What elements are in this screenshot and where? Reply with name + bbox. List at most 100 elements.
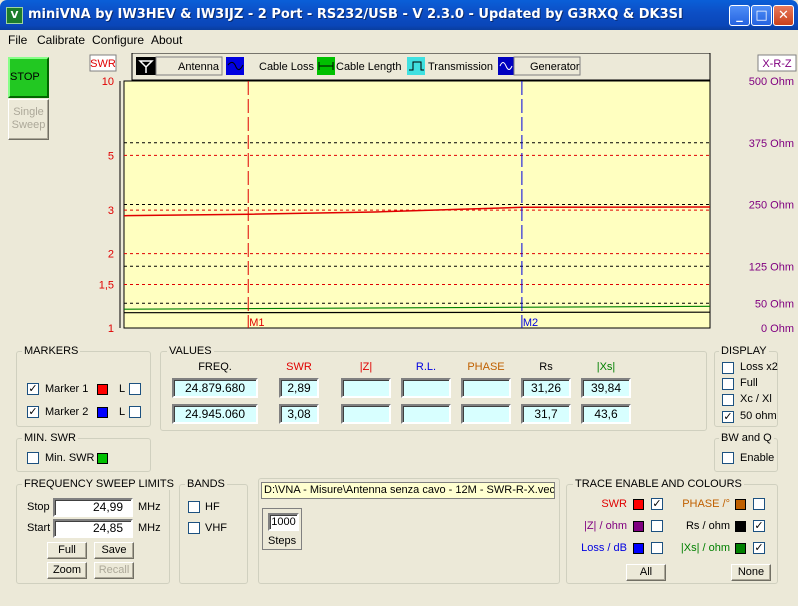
values-row2-swr: 3,08: [279, 404, 319, 424]
loss-x2-checkbox[interactable]: [722, 362, 734, 374]
stop-button[interactable]: STOP: [8, 57, 49, 98]
bwq-enable-checkbox[interactable]: [722, 452, 734, 464]
values-header-freq: FREQ.: [198, 361, 232, 373]
ohm-tick-label: 0 Ohm: [761, 323, 794, 335]
trace-xs-color[interactable]: [735, 543, 746, 554]
tab-antenna: Antenna: [136, 56, 223, 76]
tab-antenna-label: Antenna: [178, 61, 220, 73]
swr-tick-label: 2: [108, 249, 114, 261]
close-button[interactable]: ✕: [773, 5, 794, 26]
marker2-l-label: L: [119, 406, 126, 418]
values-row2-freq: 24.945.060: [172, 404, 258, 424]
single-sweep-button[interactable]: Single Sweep: [8, 99, 49, 140]
50-ohm-label: 50 ohm: [740, 410, 777, 422]
trace-loss-checkbox[interactable]: [651, 542, 663, 554]
tab-cable-length-label: Cable Length: [336, 61, 401, 73]
tab-cable-loss-label: Cable Loss: [259, 61, 315, 73]
hf-label: HF: [205, 501, 220, 513]
marker1-color[interactable]: [97, 384, 108, 395]
bwq-enable-label: Enable: [740, 452, 775, 464]
stop-freq-input[interactable]: 24,99: [53, 498, 133, 517]
menu-configure[interactable]: Configure: [92, 33, 144, 47]
trace-z-label: |Z| / ohm: [583, 520, 627, 532]
values-row2-phase: [461, 404, 511, 424]
swr-chart[interactable]: M1 M2 SWR X-R-Z 10 5 3 2 1,5 1 500 Ohm 375 Ohm 2…: [88, 53, 798, 338]
marker1-label: M1: [249, 317, 264, 329]
trace-loss-label: Loss / dB: [581, 542, 627, 554]
full-checkbox[interactable]: [722, 378, 734, 390]
min-swr-checkbox[interactable]: [27, 452, 39, 464]
ohm-tick-label: 500 Ohm: [749, 76, 794, 88]
menu-calibrate[interactable]: Calibrate: [37, 33, 85, 47]
swr-tick-label: 3: [108, 205, 114, 217]
values-row1-freq: 24.879.680: [172, 378, 258, 398]
steps-label: Steps: [268, 535, 297, 547]
menu-about[interactable]: About: [151, 33, 182, 47]
trace-phase-checkbox[interactable]: [753, 498, 765, 510]
tab-generator-label: Generator: [530, 61, 580, 73]
start-freq-input[interactable]: 24,85: [53, 519, 133, 538]
marker2-l-checkbox[interactable]: [129, 406, 141, 418]
swr-tick-label: 1: [108, 323, 114, 335]
values-row2-rl: [401, 404, 451, 424]
ohm-tick-label: 125 Ohm: [749, 261, 794, 273]
marker2-color[interactable]: [97, 407, 108, 418]
full-label: Full: [740, 377, 758, 389]
minimize-button[interactable]: _: [729, 5, 750, 26]
trace-phase-label: PHASE /°: [682, 498, 730, 510]
steps-input[interactable]: 1000: [268, 513, 299, 531]
recall-button[interactable]: Recall: [94, 562, 134, 579]
trace-rs: [123, 311, 711, 314]
swr-tick-label: 10: [102, 76, 114, 88]
ohm-tick-label: 375 Ohm: [749, 138, 794, 150]
vhf-checkbox[interactable]: [188, 522, 200, 534]
ohm-tick-label: 250 Ohm: [749, 200, 794, 212]
trace-phase-color[interactable]: [735, 499, 746, 510]
marker2-label: Marker 2: [45, 406, 89, 418]
display-title: DISPLAY: [719, 345, 769, 357]
maximize-button[interactable]: □: [751, 5, 772, 26]
full-button[interactable]: Full: [47, 542, 87, 559]
vhf-label: VHF: [205, 522, 227, 534]
xc-xl-checkbox[interactable]: [722, 394, 734, 406]
values-row1-phase: [461, 378, 511, 398]
none-button[interactable]: None: [731, 564, 771, 581]
trace-swr-checkbox[interactable]: ✓: [651, 498, 663, 510]
min-swr-color[interactable]: [97, 453, 108, 464]
hf-checkbox[interactable]: [188, 501, 200, 513]
50-ohm-checkbox[interactable]: ✓: [722, 411, 734, 423]
trace-rs-label: Rs / ohm: [685, 520, 730, 532]
app-icon[interactable]: V: [6, 7, 23, 24]
trace-xs-checkbox[interactable]: ✓: [753, 542, 765, 554]
xrz-axis-title: X-R-Z: [762, 58, 792, 70]
loss-x2-label: Loss x2: [740, 361, 778, 373]
values-row1-rs: 31,26: [521, 378, 571, 398]
marker1-l-checkbox[interactable]: [129, 383, 141, 395]
values-row1-xs: 39,84: [581, 378, 631, 398]
values-header-phase: PHASE: [467, 361, 505, 373]
all-button[interactable]: All: [626, 564, 666, 581]
trace-swr-color[interactable]: [633, 499, 644, 510]
swr-tick-label: 1,5: [99, 280, 114, 292]
trace-z-color[interactable]: [633, 521, 644, 532]
values-title: VALUES: [167, 345, 214, 357]
trace-loss-color[interactable]: [633, 543, 644, 554]
values-header-rl: R.L.: [415, 361, 437, 373]
bwq-title: BW and Q: [719, 432, 774, 444]
swr-axis-title: SWR: [90, 58, 116, 70]
marker1-checkbox[interactable]: ✓: [27, 383, 39, 395]
trace-rs-color[interactable]: [735, 521, 746, 532]
zoom-button[interactable]: Zoom: [47, 562, 87, 579]
values-row1-z: [341, 378, 391, 398]
trace-z-checkbox[interactable]: [651, 520, 663, 532]
values-row2-xs: 43,6: [581, 404, 631, 424]
save-button[interactable]: Save: [94, 542, 134, 559]
trace-rs-checkbox[interactable]: ✓: [753, 520, 765, 532]
swr-tick-label: 5: [108, 150, 114, 162]
marker2-checkbox[interactable]: ✓: [27, 406, 39, 418]
menu-file[interactable]: File: [8, 33, 27, 47]
values-header-swr: SWR: [286, 361, 312, 373]
min-swr-label: Min. SWR: [45, 452, 95, 464]
marker1-label: Marker 1: [45, 383, 89, 395]
trace-swr-label: SWR: [601, 498, 627, 510]
